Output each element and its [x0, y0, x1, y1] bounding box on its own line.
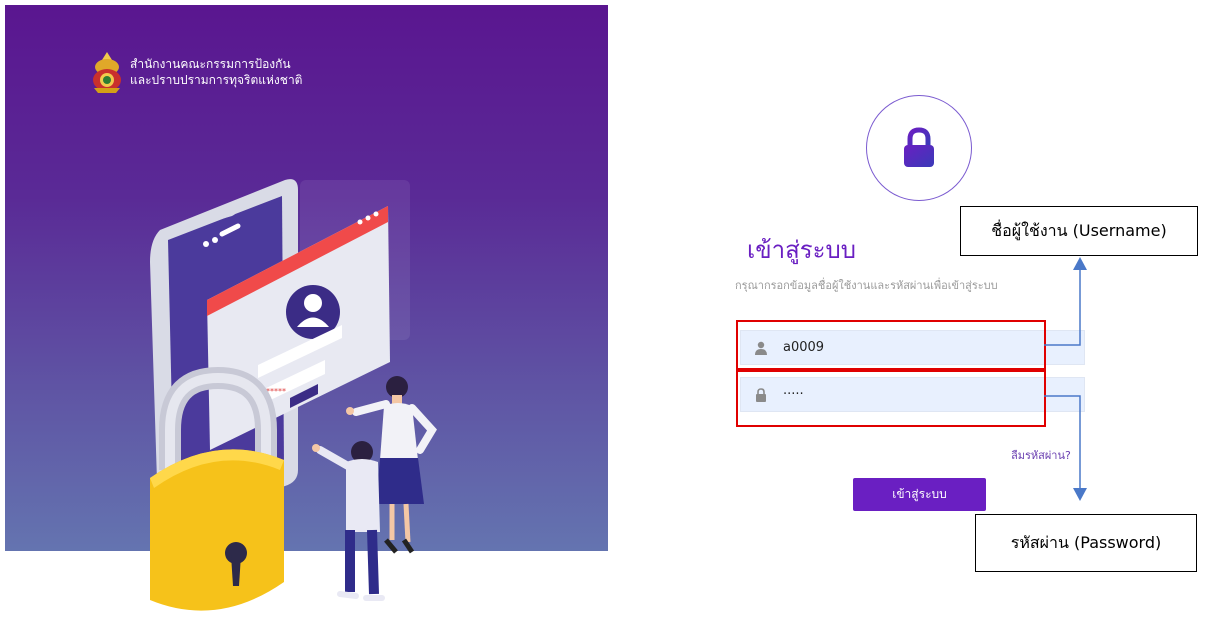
arrow-down-head [1073, 488, 1087, 501]
username-callout: ชื่อผู้ใช้งาน (Username) [960, 206, 1198, 256]
arrow-up-head [1073, 257, 1087, 270]
password-callout: รหัสผ่าน (Password) [975, 514, 1197, 572]
